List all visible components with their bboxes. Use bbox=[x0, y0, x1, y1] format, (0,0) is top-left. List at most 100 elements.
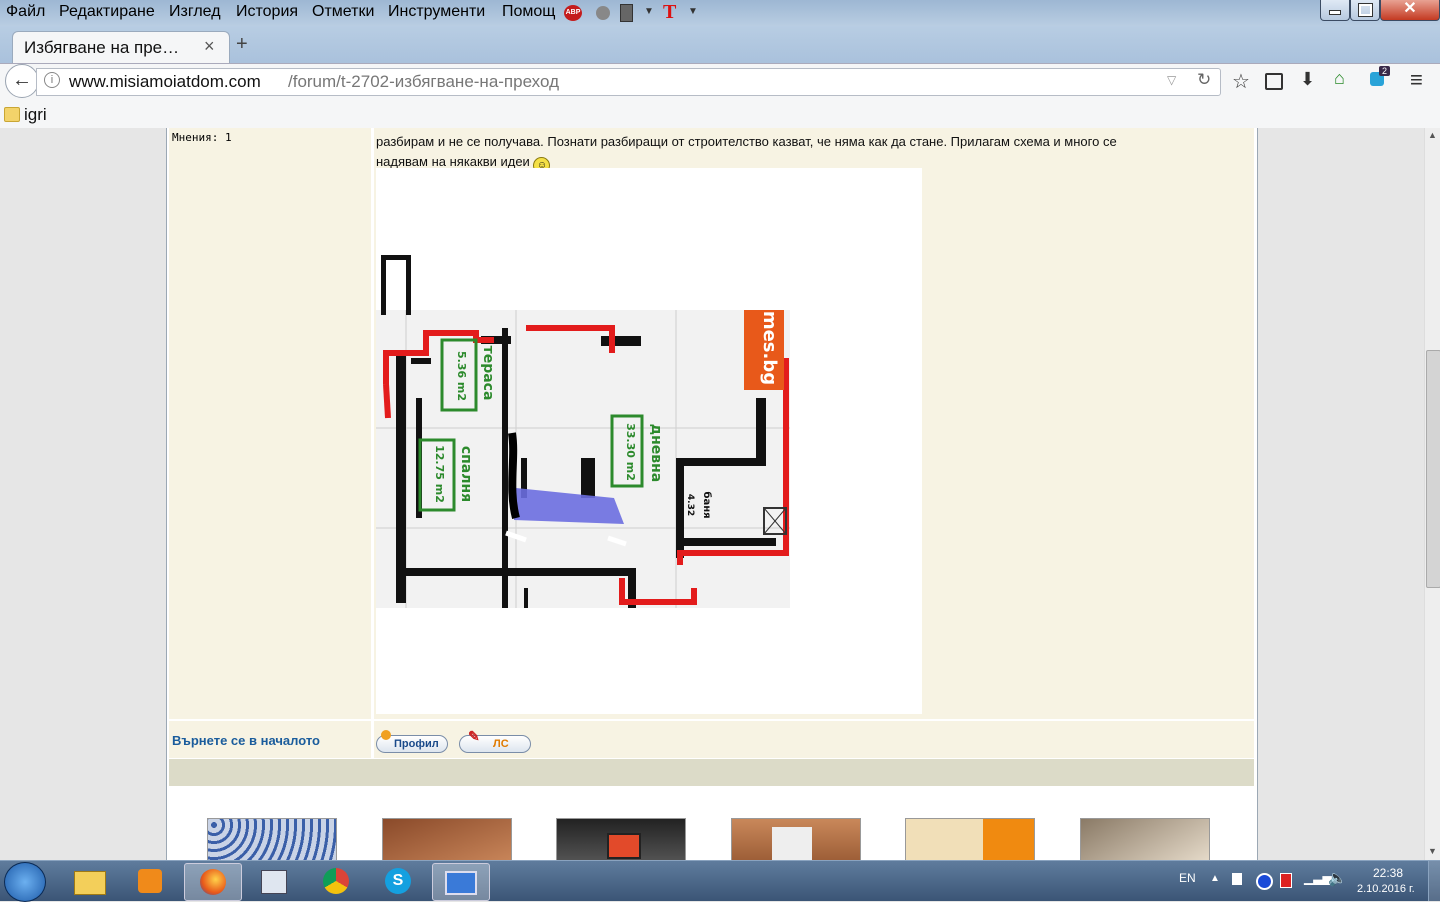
dropdown-arrow-icon[interactable]: ▼ bbox=[644, 6, 654, 17]
floor-plan-drawing: mes.bg тераса 5.36 m2 дневна 33.30 m2 сп… bbox=[376, 255, 790, 608]
room-name-living: дневна bbox=[648, 424, 664, 482]
url-bar[interactable]: i www.misiamoiatdom.com /forum/t-2702-из… bbox=[36, 68, 1221, 96]
home-icon[interactable]: ⌂ bbox=[1334, 68, 1345, 89]
scroll-down-arrow-icon[interactable]: ▼ bbox=[1428, 846, 1437, 856]
monitor-icon bbox=[445, 871, 477, 895]
url-path: /forum/t-2702-избягване-на-преход bbox=[288, 72, 559, 91]
folder-icon bbox=[4, 107, 20, 122]
related-thumbnail[interactable] bbox=[905, 818, 1035, 860]
room-area-terrace: 5.36 m2 bbox=[455, 351, 468, 401]
post-footer-right: Профил ✎ ЛС bbox=[374, 721, 1254, 758]
show-desktop-button[interactable] bbox=[1428, 861, 1440, 901]
back-to-top-link[interactable]: Върнете се в началото bbox=[172, 733, 320, 748]
folder-icon bbox=[74, 871, 106, 895]
maximize-button[interactable] bbox=[1350, 0, 1380, 21]
reload-icon[interactable]: ↻ bbox=[1197, 70, 1211, 90]
action-center-flag-icon[interactable] bbox=[1232, 873, 1242, 885]
taskbar-remote-desktop[interactable] bbox=[432, 863, 490, 901]
tab-active[interactable]: Избягване на пре… × bbox=[12, 31, 230, 65]
tray-security-icon[interactable] bbox=[1280, 873, 1292, 888]
addon-gear-icon[interactable] bbox=[596, 6, 610, 20]
related-thumbnail[interactable] bbox=[207, 818, 337, 860]
taskbar-media-player[interactable] bbox=[122, 863, 178, 899]
app-icon bbox=[261, 870, 287, 894]
post-author-cell: Мнения: 1 bbox=[169, 128, 371, 719]
taskbar: S EN ▲ ▁▃▅ 🔈 22:38 2.10.2016 г. bbox=[0, 860, 1440, 902]
download-icon[interactable]: ⬇ bbox=[1300, 69, 1315, 90]
tab-close-icon[interactable]: × bbox=[204, 36, 215, 57]
url-domain: www.misiamoiatdom.com bbox=[69, 72, 261, 91]
chrome-icon bbox=[323, 868, 349, 894]
related-thumbnail[interactable] bbox=[731, 818, 861, 860]
minimize-button[interactable] bbox=[1320, 0, 1350, 21]
scroll-thumb[interactable] bbox=[1426, 350, 1440, 588]
taskbar-chrome[interactable] bbox=[308, 863, 364, 899]
url-dropdown-icon[interactable]: ▽ bbox=[1167, 73, 1176, 87]
post-text-line: разбирам и не се получава. Познати разби… bbox=[376, 134, 1117, 149]
room-area-bath: 4.32 bbox=[685, 494, 695, 516]
pencil-icon: ✎ bbox=[468, 728, 480, 744]
profile-button-label: Профил bbox=[394, 738, 439, 750]
menu-bar: Файл Редактиране Изглед История Отметки … bbox=[0, 0, 1440, 26]
reader-list-icon[interactable] bbox=[1265, 73, 1283, 90]
user-icon bbox=[381, 730, 391, 740]
info-icon[interactable]: i bbox=[44, 72, 60, 88]
taskbar-skype[interactable]: S bbox=[370, 863, 426, 899]
profile-button[interactable]: Профил bbox=[376, 730, 448, 753]
related-thumbnail[interactable] bbox=[556, 818, 686, 860]
close-window-button[interactable]: ✕ bbox=[1380, 0, 1440, 21]
language-indicator[interactable]: EN bbox=[1179, 871, 1196, 885]
clock-time[interactable]: 22:38 bbox=[1373, 866, 1403, 880]
post-separator bbox=[169, 759, 1254, 786]
taskbar-firefox[interactable] bbox=[184, 863, 242, 901]
play-icon bbox=[138, 869, 162, 893]
page-viewport: Мнения: 1 разбирам и не се получава. Поз… bbox=[0, 128, 1424, 860]
clock-date[interactable]: 2.10.2016 г. bbox=[1357, 883, 1415, 895]
new-tab-button[interactable]: + bbox=[236, 33, 248, 56]
tray-expand-icon[interactable]: ▲ bbox=[1210, 873, 1220, 884]
menu-file[interactable]: Файл bbox=[6, 3, 45, 21]
menu-bookmarks[interactable]: Отметки bbox=[312, 3, 374, 21]
adblock-icon[interactable]: ABP bbox=[564, 5, 582, 21]
notification-count-badge: 2 bbox=[1379, 66, 1391, 76]
firefox-icon bbox=[200, 869, 226, 895]
vertical-scrollbar[interactable]: ▲ ▼ bbox=[1424, 128, 1440, 860]
menu-help[interactable]: Помощ bbox=[502, 3, 555, 21]
dropdown-arrow-icon[interactable]: ▼ bbox=[688, 6, 698, 17]
taskbar-app[interactable] bbox=[246, 863, 302, 899]
taskbar-explorer[interactable] bbox=[62, 863, 118, 899]
menu-view[interactable]: Изглед bbox=[169, 3, 221, 21]
post-count: Мнения: 1 bbox=[172, 131, 232, 144]
related-thumbnail[interactable] bbox=[1080, 818, 1210, 860]
addon-clipboard-icon[interactable] bbox=[620, 4, 633, 22]
bookmark-star-icon[interactable]: ☆ bbox=[1232, 69, 1250, 94]
room-name-bath: баня bbox=[701, 491, 713, 518]
hamburger-menu-icon[interactable]: ≡ bbox=[1410, 67, 1423, 93]
floor-plan-image[interactable]: mes.bg тераса 5.36 m2 дневна 33.30 m2 сп… bbox=[376, 168, 922, 714]
skype-icon: S bbox=[385, 868, 411, 894]
watermark-text: mes.bg bbox=[759, 311, 780, 385]
post-footer-left: Върнете се в началото bbox=[169, 721, 371, 758]
tab-title: Избягване на пре… bbox=[24, 38, 180, 57]
menu-history[interactable]: История bbox=[236, 3, 298, 21]
room-name-terrace: тераса bbox=[480, 346, 496, 401]
room-area-bedroom: 12.75 m2 bbox=[433, 445, 446, 503]
menu-tools[interactable]: Инструменти bbox=[388, 3, 485, 21]
room-area-living: 33.30 m2 bbox=[624, 423, 637, 481]
start-button[interactable] bbox=[4, 862, 46, 902]
post-text-line: надявам на някакви идеи bbox=[376, 154, 530, 169]
bookmarks-toolbar: igri bbox=[0, 101, 1440, 129]
tray-app-icon[interactable] bbox=[1256, 873, 1273, 890]
related-thumbnail[interactable] bbox=[382, 818, 512, 860]
menu-edit[interactable]: Редактиране bbox=[59, 3, 155, 21]
back-arrow-icon: ← bbox=[12, 69, 32, 91]
forum-page: Мнения: 1 разбирам и не се получава. Поз… bbox=[166, 128, 1258, 860]
bookmark-folder-igri[interactable]: igri bbox=[24, 105, 47, 125]
scroll-up-arrow-icon[interactable]: ▲ bbox=[1428, 130, 1437, 140]
post-body-cell: разбирам и не се получава. Познати разби… bbox=[374, 128, 1254, 719]
back-button[interactable]: ← bbox=[5, 64, 39, 98]
pm-button[interactable]: ✎ ЛС bbox=[459, 728, 531, 753]
volume-icon[interactable]: 🔈 bbox=[1328, 869, 1347, 887]
addon-t-icon[interactable]: T bbox=[663, 1, 676, 24]
room-name-bedroom: спалня bbox=[458, 446, 474, 502]
